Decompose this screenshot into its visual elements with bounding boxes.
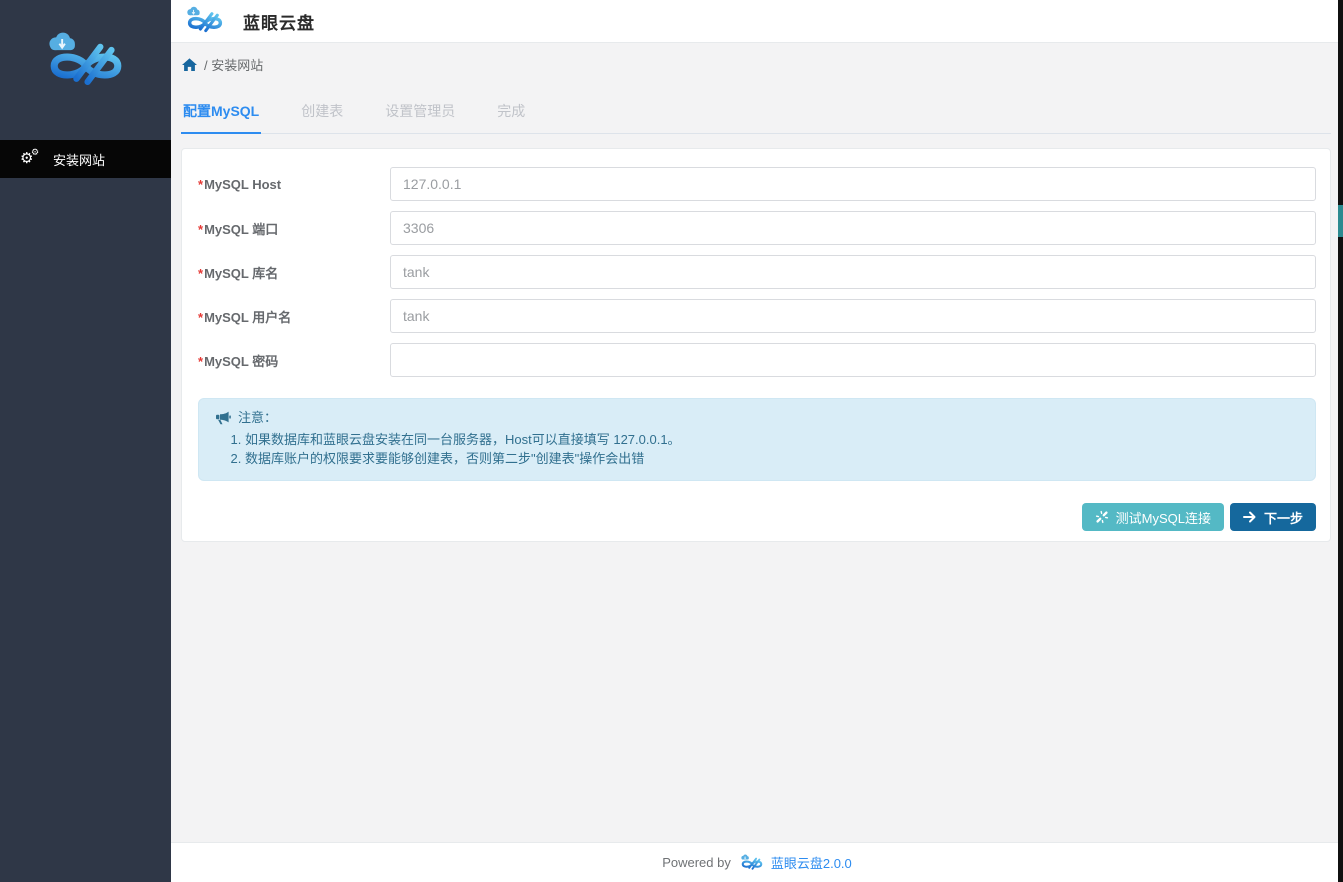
wizard-tabs: 配置MySQL 创建表 设置管理员 完成 [181,85,1331,134]
field-label-text: MySQL Host [204,177,281,192]
field-label: *MySQL 用户名 [198,307,390,326]
mysql-database-input[interactable] [390,255,1316,289]
content-area: *MySQL Host *MySQL 端口 *MySQL 库名 [171,134,1343,842]
notice-title: 注意： [215,409,1299,427]
sidebar-item-label: 安装网站 [53,150,105,169]
notice-item: 如果数据库和蓝眼云盘安装在同一台服务器，Host可以直接填写 127.0.0.1… [245,431,1299,449]
breadcrumb: / 安装网站 [171,43,1343,85]
field-label: *MySQL 库名 [198,263,390,282]
home-icon[interactable] [182,58,197,71]
form-row-mysql-database: *MySQL 库名 [198,255,1316,289]
field-label-text: MySQL 用户名 [204,310,291,325]
top-header: 蓝眼云盘 [171,0,1343,43]
field-label: *MySQL Host [198,177,390,192]
required-mark: * [198,222,203,237]
mysql-host-input[interactable] [390,167,1316,201]
arrow-right-icon [1243,511,1257,523]
required-mark: * [198,354,203,369]
field-label-text: MySQL 库名 [204,266,278,281]
sidebar-item-install-site[interactable]: ⚙ ⚙ 安装网站 [0,140,171,178]
tab-create-tables[interactable]: 创建表 [299,91,345,134]
tank-infinity-logo-icon [738,854,766,872]
field-label: *MySQL 端口 [198,219,390,238]
button-row: 测试MySQL连接 下一步 [198,503,1316,531]
field-label: *MySQL 密码 [198,351,390,370]
main-area: 蓝眼云盘 / 安装网站 配置MySQL 创建表 设置管理员 完成 *MySQL … [171,0,1343,882]
footer: Powered by 蓝眼云盘2.0.0 [171,842,1343,882]
sidebar: ⚙ ⚙ 安装网站 [0,0,171,882]
tank-infinity-logo-icon [38,31,134,93]
mysql-username-input[interactable] [390,299,1316,333]
footer-version-link[interactable]: 蓝眼云盘2.0.0 [738,853,852,872]
sidebar-logo [0,0,171,140]
required-mark: * [198,310,203,325]
page-scrollbar-track[interactable] [1338,0,1343,882]
test-button-label: 测试MySQL连接 [1116,508,1211,527]
field-label-text: MySQL 密码 [204,354,278,369]
page-title: 蓝眼云盘 [243,9,315,34]
next-button-label: 下一步 [1264,508,1303,527]
app-window: ⚙ ⚙ 安装网站 蓝眼云盘 / 安装网站 配置MySQL 创建表 设置管理员 完… [0,0,1343,882]
form-row-mysql-port: *MySQL 端口 [198,211,1316,245]
notice-title-text: 注意： [238,409,277,427]
tab-configure-mysql[interactable]: 配置MySQL [181,91,261,134]
tank-infinity-logo-icon [181,6,229,36]
mysql-port-input[interactable] [390,211,1316,245]
mysql-config-card: *MySQL Host *MySQL 端口 *MySQL 库名 [181,148,1331,542]
required-mark: * [198,266,203,281]
form-row-mysql-host: *MySQL Host [198,167,1316,201]
tab-set-admin[interactable]: 设置管理员 [383,91,457,134]
form-row-mysql-password: *MySQL 密码 [198,343,1316,377]
gear-glyph-small: ⚙ [31,148,39,157]
field-label-text: MySQL 端口 [204,222,278,237]
page-scrollbar-thumb[interactable] [1338,205,1343,237]
notice-item: 数据库账户的权限要求要能够创建表，否则第二步"创建表"操作会出错 [245,450,1299,468]
required-mark: * [198,177,203,192]
mysql-password-input[interactable] [390,343,1316,377]
form-row-mysql-username: *MySQL 用户名 [198,299,1316,333]
next-step-button[interactable]: 下一步 [1230,503,1316,531]
footer-version-text: 蓝眼云盘2.0.0 [771,853,852,872]
powered-by-text: Powered by [662,855,731,870]
breadcrumb-path: / 安装网站 [204,55,263,74]
tab-finish[interactable]: 完成 [495,91,527,134]
test-mysql-connection-button[interactable]: 测试MySQL连接 [1082,503,1224,531]
notice-list: 如果数据库和蓝眼云盘安装在同一台服务器，Host可以直接填写 127.0.0.1… [215,431,1299,468]
cogs-icon: ⚙ ⚙ [20,150,40,168]
notice-box: 注意： 如果数据库和蓝眼云盘安装在同一台服务器，Host可以直接填写 127.0… [198,398,1316,481]
broken-link-icon [1095,510,1109,524]
bullhorn-icon [215,411,231,425]
